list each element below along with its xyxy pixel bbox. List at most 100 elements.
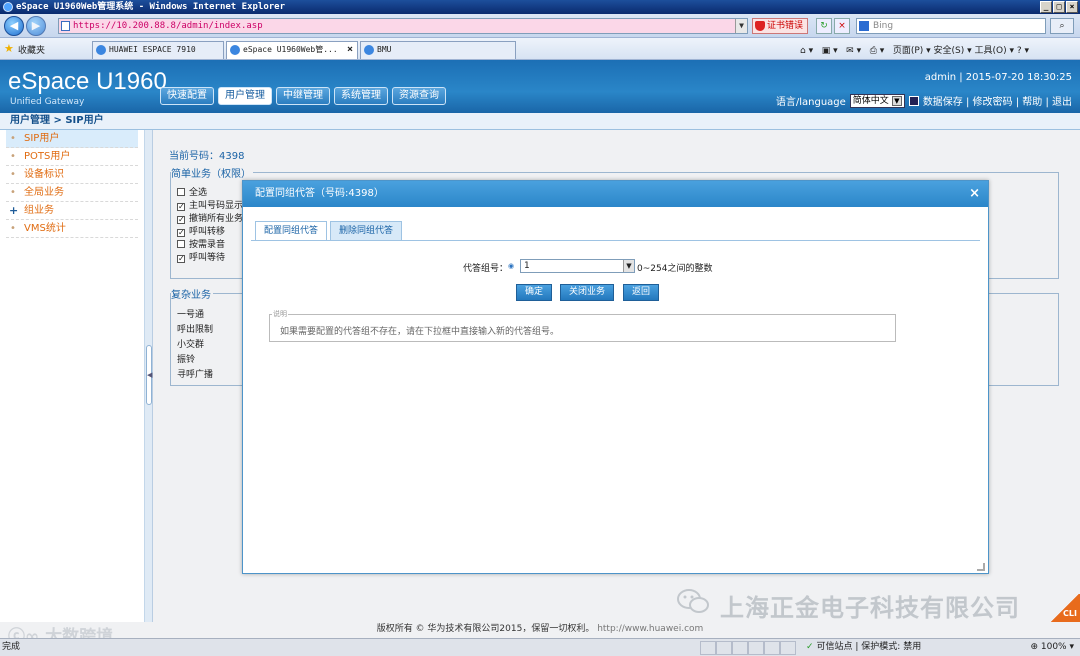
sidebar-item-pots-user[interactable]: • POTS用户 bbox=[6, 148, 138, 166]
collapse-handle-icon[interactable]: ◀ bbox=[146, 345, 152, 405]
dialog-titlebar[interactable]: 配置同组代答（号码:4398） × bbox=[243, 181, 988, 207]
breadcrumb: 用户管理 > SIP用户 bbox=[0, 113, 1080, 130]
back-button[interactable]: 返回 bbox=[623, 284, 660, 301]
copyright-text: 版权所有 © 华为技术有限公司2015，保留一切权利。 bbox=[376, 624, 595, 634]
checkbox[interactable]: ✓ bbox=[177, 203, 185, 211]
help-icon[interactable]: ? bbox=[1017, 46, 1022, 56]
save-icon[interactable] bbox=[908, 95, 919, 106]
sidebar-item-global-service[interactable]: • 全局业务 bbox=[6, 184, 138, 202]
complex-item[interactable]: 一号通 bbox=[177, 307, 204, 320]
language-select[interactable]: 简体中文 ▼ bbox=[849, 93, 905, 108]
ie-icon bbox=[3, 2, 13, 12]
complex-item[interactable]: 呼出限制 bbox=[177, 322, 213, 335]
checkbox-label: 全选 bbox=[189, 188, 208, 198]
checkbox[interactable] bbox=[177, 188, 185, 196]
app-header: eSpace U1960 Unified Gateway 快速配置 用户管理 中… bbox=[0, 60, 1080, 113]
header-links[interactable]: 数据保存 | 修改密码 | 帮助 | 退出 bbox=[923, 93, 1072, 108]
sidebar-item-sip-user[interactable]: • SIP用户 bbox=[6, 130, 138, 148]
checkbox-row[interactable]: ✓ 撤销所有业务 bbox=[177, 211, 243, 224]
checkbox-label: 按需录音 bbox=[189, 240, 226, 250]
chevron-down-icon[interactable]: ▼ bbox=[623, 260, 634, 272]
sidebar-item-device-id[interactable]: • 设备标识 bbox=[6, 166, 138, 184]
checkbox-row[interactable]: 按需录音 bbox=[177, 237, 225, 250]
nav-trunk-management[interactable]: 中继管理 bbox=[276, 87, 330, 105]
status-cell bbox=[780, 641, 796, 655]
group-number-hint: 0~254之间的整数 bbox=[637, 264, 713, 274]
tab-close-icon[interactable]: × bbox=[347, 42, 353, 58]
command-bar[interactable]: ⌂ ▾ ▣ ▾ ✉ ▾ ⎙ ▾ 页面(P) ▾ 安全(S) ▾ 工具(O) ▾ … bbox=[800, 43, 1029, 56]
nav-resource-query[interactable]: 资源查询 bbox=[392, 87, 446, 105]
complex-service-legend: 复杂业务 bbox=[171, 286, 213, 301]
ok-button[interactable]: 确定 bbox=[516, 284, 553, 301]
expand-plus-icon[interactable]: + bbox=[9, 202, 18, 220]
command-menus[interactable]: 页面(P) ▾ 安全(S) ▾ 工具(O) ▾ bbox=[893, 46, 1014, 56]
search-input[interactable]: Bing bbox=[856, 18, 1046, 34]
checkbox[interactable]: ✓ bbox=[177, 216, 185, 224]
note-legend: 说明 bbox=[272, 309, 288, 319]
tab-configure-pickup[interactable]: 配置同组代答 bbox=[255, 221, 328, 241]
close-icon[interactable]: × bbox=[969, 181, 980, 207]
address-bar[interactable]: https://10.200.88.8/admin/index.asp ▼ bbox=[58, 18, 748, 34]
tab-bmu[interactable]: BMU bbox=[360, 41, 516, 59]
minimize-button[interactable]: _ bbox=[1040, 1, 1052, 13]
brand-subtitle: Unified Gateway bbox=[10, 97, 85, 107]
complex-item[interactable]: 振铃 bbox=[177, 352, 195, 365]
close-window-button[interactable]: × bbox=[1066, 1, 1078, 13]
nav-quick-config[interactable]: 快速配置 bbox=[160, 87, 214, 105]
certificate-error-button[interactable]: 证书错误 bbox=[752, 18, 809, 34]
favorites-star-icon[interactable]: ★ bbox=[4, 42, 14, 55]
status-cells bbox=[700, 641, 796, 655]
sidebar-item-label: VMS统计 bbox=[24, 223, 66, 234]
security-zone[interactable]: ✓ 可信站点 | 保护模式: 禁用 bbox=[806, 639, 921, 656]
close-service-button[interactable]: 关闭业务 bbox=[560, 284, 615, 301]
sidebar-item-group-service[interactable]: + 组业务 bbox=[6, 202, 138, 220]
back-arrow-icon[interactable]: ◀ bbox=[4, 16, 24, 36]
checkbox-row[interactable]: ✓ 呼叫转移 bbox=[177, 224, 225, 237]
page-icon bbox=[61, 21, 70, 31]
status-bar: 完成 ✓ 可信站点 | 保护模式: 禁用 ⊕ 100% ▾ bbox=[0, 638, 1080, 656]
zoom-control[interactable]: ⊕ 100% ▾ bbox=[1030, 639, 1074, 656]
footer-url[interactable]: http://www.huawei.com bbox=[597, 624, 703, 634]
tab-delete-pickup[interactable]: 删除同组代答 bbox=[330, 221, 403, 240]
checkbox[interactable]: ✓ bbox=[177, 255, 185, 263]
stop-icon[interactable]: × bbox=[834, 18, 850, 34]
wechat-icon bbox=[677, 589, 709, 613]
page-footer: 版权所有 © 华为技术有限公司2015，保留一切权利。 http://www.h… bbox=[0, 622, 1080, 638]
resize-grip-icon[interactable] bbox=[977, 563, 985, 571]
checkbox[interactable]: ✓ bbox=[177, 229, 185, 237]
group-number-select[interactable]: 1 ▼ bbox=[520, 259, 635, 273]
sidebar-splitter[interactable]: ◀ bbox=[145, 130, 153, 622]
complex-item[interactable]: 寻呼广播 bbox=[177, 367, 213, 380]
status-cell bbox=[700, 641, 716, 655]
checkbox[interactable] bbox=[177, 240, 185, 248]
sidebar-item-label: POTS用户 bbox=[24, 151, 71, 162]
nav-user-management[interactable]: 用户管理 bbox=[218, 87, 272, 105]
mail-icon[interactable]: ✉ bbox=[846, 46, 854, 56]
print-icon[interactable]: ⎙ bbox=[870, 46, 877, 56]
feeds-icon[interactable]: ▣ bbox=[822, 46, 831, 56]
refresh-icon[interactable]: ↻ bbox=[816, 18, 832, 34]
window-titlebar: eSpace U1960Web管理系统 - Windows Internet E… bbox=[0, 0, 1080, 14]
home-icon[interactable]: ⌂ bbox=[800, 46, 806, 56]
checkbox-label: 主叫号码显示 bbox=[189, 201, 244, 211]
checkbox-row[interactable]: 全选 bbox=[177, 185, 207, 198]
search-icon[interactable]: ⌕ bbox=[1050, 18, 1074, 34]
sidebar-item-label: 组业务 bbox=[24, 205, 54, 216]
address-dropdown-icon[interactable]: ▼ bbox=[735, 19, 747, 33]
sidebar-item-label: 全局业务 bbox=[24, 187, 64, 198]
checkbox-row[interactable]: ✓ 呼叫等待 bbox=[177, 250, 225, 263]
forward-arrow-icon[interactable]: ▶ bbox=[26, 16, 46, 36]
checkbox-label: 呼叫等待 bbox=[189, 253, 226, 263]
sidebar-item-vms-stats[interactable]: • VMS统计 bbox=[6, 220, 138, 238]
status-cell bbox=[716, 641, 732, 655]
nav-system-management[interactable]: 系统管理 bbox=[334, 87, 388, 105]
complex-item[interactable]: 小交群 bbox=[177, 337, 204, 350]
user-timestamp: admin | 2015-07-20 18:30:25 bbox=[924, 72, 1072, 83]
favorites-label[interactable]: 收藏夹 bbox=[18, 43, 45, 56]
top-navigation: 快速配置 用户管理 中继管理 系统管理 资源查询 bbox=[160, 87, 446, 105]
checkbox-row[interactable]: ✓ 主叫号码显示 bbox=[177, 198, 243, 211]
tab-espace-u1960[interactable]: eSpace U1960Web管... × bbox=[226, 41, 358, 59]
maximize-button[interactable]: □ bbox=[1053, 1, 1065, 13]
status-cell bbox=[732, 641, 748, 655]
tab-huawei-espace[interactable]: HUAWEI ESPACE 7910 bbox=[92, 41, 224, 59]
